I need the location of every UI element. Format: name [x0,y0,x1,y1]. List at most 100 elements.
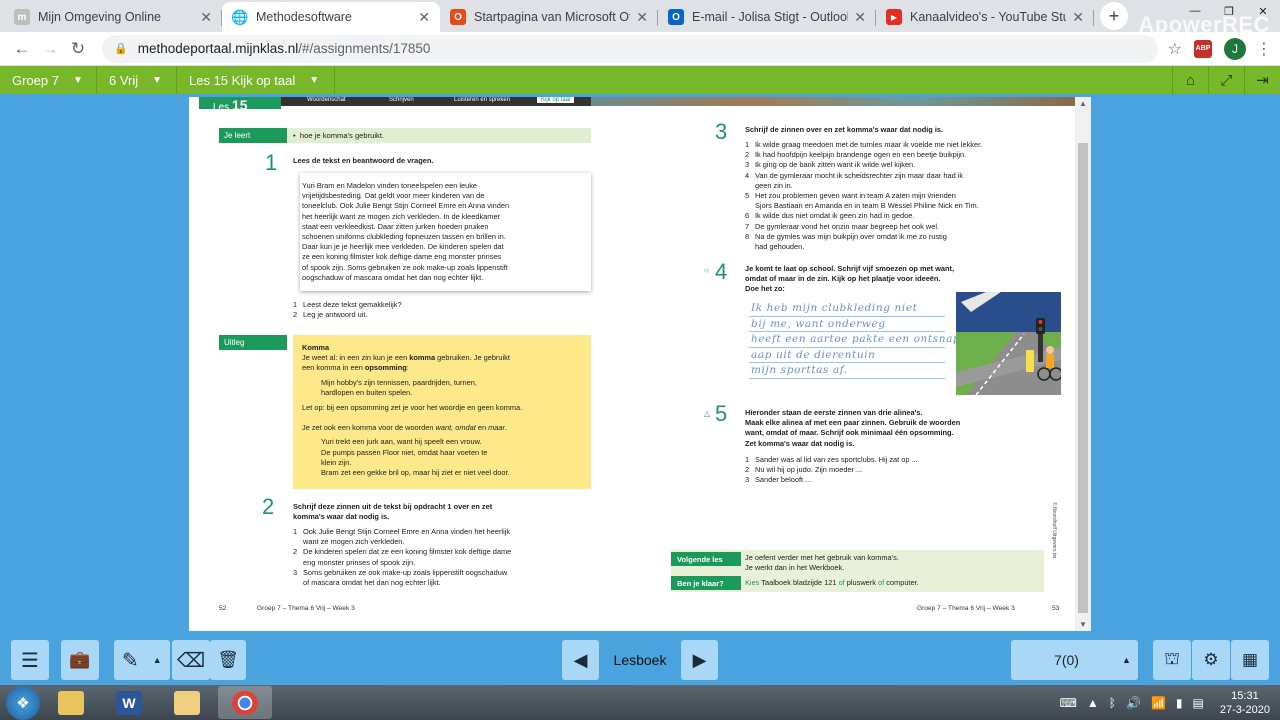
question-text: Leg je antwoord uit. [303,310,368,320]
taskbar-clock[interactable]: 15:31 27-3-2020 [1220,689,1270,717]
taskbar-explorer-shortcut[interactable] [44,686,98,719]
exercise-2-items: 1 Ook Julie Bengt Stijn Corneel Emre en A… [293,527,511,588]
list-item: 2 De kinderen spelen dat ze een koning fi… [293,547,512,567]
uitleg-text-italic: want, omdat [435,423,476,433]
home-icon[interactable]: ⌂ [1172,66,1208,94]
list-item: 1 Leest deze tekst gemakkelijk? [293,300,402,309]
next-page-button[interactable]: ▶ [681,640,718,680]
start-button[interactable]: ❖ [6,685,40,720]
crumb-groep[interactable]: Groep 7 ▼ [0,66,97,94]
pen-tool-button[interactable]: ✎ ▲ [114,640,170,680]
url-field[interactable]: 🔒 methodeportaal.mijnklas.nl/#/assignmen… [102,34,1158,63]
forward-icon[interactable]: → [36,39,64,59]
page-scrollbar[interactable]: ▲ ▼ [1075,97,1091,631]
chevron-up-icon[interactable]: ▲ [1122,655,1138,665]
taskbar-word[interactable]: W [102,686,156,719]
taskbar-chrome[interactable] [218,686,272,719]
close-icon[interactable]: ✕ [1072,9,1084,26]
briefcase-icon: 💼 [69,650,91,669]
back-icon[interactable]: ← [8,39,36,59]
exercise-3-instruction: Schrijf de zinnen over en zet komma's wa… [745,125,944,134]
toolbox-button[interactable]: 💼 [61,640,99,680]
crumb-thema[interactable]: 6 Vrij ▼ [97,66,177,94]
list-item: 3 Sander belooft ... [745,475,812,485]
action-center-icon[interactable]: ▤ [1193,696,1204,710]
bookmark-star-icon[interactable]: ☆ [1168,39,1182,59]
story-line: toneelclub. Ook Julie Bengt Stijn Cornee… [302,201,510,211]
show-hidden-icons-icon[interactable]: ▲ [1087,696,1099,710]
close-icon[interactable]: ✕ [854,9,866,26]
settings-button[interactable]: ⚙ [1192,640,1230,680]
list-item: 1 Ook Julie Bengt Stijn Corneel Emre en A… [293,527,511,547]
item-line: Ik ging op de bank zitten want ik wilde … [755,160,916,170]
profile-avatar[interactable]: J [1224,37,1246,60]
hamburger-icon: ☰ [21,649,39,672]
lesboek-page-spread: Les 15 Woordenschat Schrijven Luisteren … [189,97,1075,631]
je-leert-box: • hoe je komma's gebruikt. [287,128,591,143]
tab-youtube-studio[interactable]: ▶ Kanaalvideo's - YouTube Studio ✕ [876,2,1094,32]
m-icon: m [14,9,30,25]
item-line: Ook Julie Bengt Stijn Corneel Emre en An… [303,527,511,536]
item-line: Na de gymles was mijn buikpijn over omda… [755,231,947,241]
exercise-2-number: 2 [262,494,275,519]
reload-icon[interactable]: ↻ [64,39,92,59]
assignment-counter[interactable]: 7(0) ▲ [1011,640,1138,680]
kebab-menu-icon[interactable]: ⋮ [1256,39,1272,59]
volume-icon[interactable]: 🔊 [1126,696,1141,710]
item-line: Nu wil hij op judo. Zijn moeder ... [755,465,863,475]
exercise-5-number: 5 [715,401,728,426]
previous-page-button[interactable]: ◀ [562,640,599,680]
item-line: De gymleraar vond het onzin maar begreep… [755,221,940,231]
close-icon[interactable]: ✕ [200,9,212,26]
scroll-up-icon[interactable]: ▲ [1075,99,1091,108]
crumb-les[interactable]: Les 15 Kijk op taal ▼ [177,66,335,94]
list-item: 6 Ik wilde dus niet omdat ik geen zin had… [745,211,915,221]
example-line: Yuri trekt een jurk aan, want hij speelt… [321,437,482,447]
volgende-les-label: Volgende les [671,552,741,566]
exercise-5-instruction: Hieronder staan de eerste zinnen van dri… [745,408,960,449]
triangle-marker-icon: △ [704,409,711,418]
battery-icon[interactable]: ▮ [1176,696,1183,710]
item-line: Sjors Bastiaan en Amanda en in team B We… [755,201,979,211]
delete-button[interactable]: 🗑 [210,640,246,680]
bluetooth-icon[interactable]: ᛒ [1109,696,1116,710]
handwriting-line: bij me, want onderweg [749,317,945,332]
list-item: 8 Na de gymles was mijn buikpijn over omd… [745,231,947,252]
story-line: Yuri Bram en Madelon vinden toneelspelen… [302,181,478,190]
menu-button[interactable]: ☰ [11,640,49,680]
list-item: 1 Sander was al lid van zes sportclubs. H… [745,455,918,464]
tab-outlook[interactable]: O E-mail - Jolisa Stigt - Outlook ✕ [658,2,876,32]
handwriting-line: heeft een aartoe pakte een ontsnapte [749,332,971,348]
close-icon[interactable]: ✕ [418,9,430,26]
fullscreen-icon[interactable]: ⤢ [1208,66,1244,94]
taskbar-file-manager[interactable] [160,686,214,719]
eraser-button[interactable]: ⌫ [172,640,210,680]
uitleg-example-2: Yuri trekt een jurk aan, want hij speelt… [302,437,582,478]
tab-mijn-omgeving[interactable]: m Mijn Omgeving Online ✕ [4,2,222,32]
example-line: Bram zet een gekke bril op, maar hij zie… [321,468,510,478]
uitleg-text-bold: komma [409,353,436,363]
adblock-plus-icon[interactable]: ABP [1194,39,1212,58]
item-line: Ik had hoofdpijn keelpijn brandenge ogen… [755,150,967,160]
grid-button[interactable]: ▦ [1231,640,1269,680]
keyboard-icon[interactable]: ⌨ [1060,696,1077,710]
new-tab-button[interactable]: + [1100,2,1128,30]
logout-icon[interactable]: ⇥ [1244,66,1280,94]
word-icon: W [116,690,142,715]
story-line: ze een koning filmster kok deftige dame … [302,252,502,262]
tab-title: E-mail - Jolisa Stigt - Outlook [692,10,849,24]
exercise-4-number: 4 [715,259,728,284]
question-text: Leest deze tekst gemakkelijk? [303,300,402,309]
tab-methodesoftware[interactable]: 🌐 Methodesoftware ✕ [222,2,440,32]
system-tray: ⌨ ▲ ᛒ 🔊 📶 ▮ ▤ 15:31 27-3-2020 [1050,689,1280,717]
network-icon[interactable]: 📶 [1151,696,1166,710]
clock-date: 27-3-2020 [1219,703,1270,716]
presentation-button[interactable]: ⛫ [1153,640,1191,680]
lesson-footer-boxes: Volgende les Je oefent verder met het ge… [671,550,1044,592]
scroll-down-icon[interactable]: ▼ [1075,620,1091,629]
chevron-down-icon: ▼ [72,74,83,86]
close-icon[interactable]: ✕ [636,9,648,26]
crumb-label: Groep 7 [12,72,59,88]
scrollbar-thumb[interactable] [1078,143,1088,613]
tab-microsoft-office[interactable]: O Startpagina van Microsoft Offic ✕ [440,2,658,32]
